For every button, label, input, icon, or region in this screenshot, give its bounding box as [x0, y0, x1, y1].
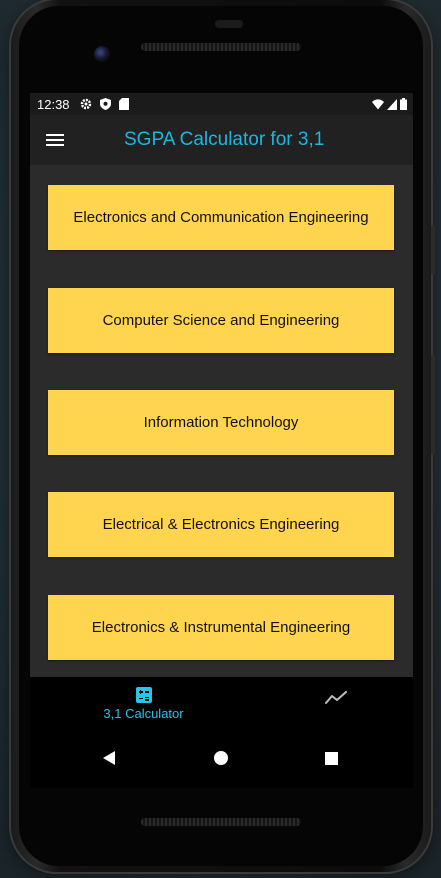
device-screen: 12:38 SGPA Calculator for 3,1 Electronic…: [30, 93, 413, 788]
branch-button-it[interactable]: Information Technology: [48, 390, 394, 455]
menu-hamburger-icon[interactable]: [46, 128, 70, 152]
shield-icon: [99, 98, 111, 110]
branch-button-cse[interactable]: Computer Science and Engineering: [48, 288, 394, 353]
volume-button: [431, 355, 435, 455]
nav-tab-trends[interactable]: [240, 677, 431, 731]
top-earpiece: [215, 20, 243, 28]
recents-icon[interactable]: [318, 745, 344, 771]
trending-line-icon: [324, 691, 347, 704]
signal-icon: [387, 98, 397, 110]
battery-icon: [400, 98, 407, 110]
power-button: [431, 225, 435, 275]
branch-button-eee[interactable]: Electrical & Electronics Engineering: [48, 492, 394, 557]
status-icons: [80, 98, 129, 110]
nav-tab-calculator-label: 3,1 Calculator: [103, 706, 184, 721]
system-navigation-bar: [30, 731, 413, 788]
nav-tab-calculator[interactable]: 3,1 Calculator: [48, 677, 239, 731]
branch-button-ece[interactable]: Electronics and Communication Engineerin…: [48, 185, 394, 250]
app-bar: SGPA Calculator for 3,1: [30, 115, 413, 165]
settings-gear-icon: [80, 98, 91, 110]
branch-button-eie[interactable]: Electronics & Instrumental Engineering: [48, 595, 394, 660]
wifi-icon: [372, 98, 384, 109]
bottom-navigation: 3,1 Calculator: [30, 677, 413, 731]
status-time: 12:38: [37, 96, 70, 112]
sd-card-icon: [118, 98, 129, 110]
status-indicators: [372, 98, 407, 110]
app-title: SGPA Calculator for 3,1: [124, 129, 325, 150]
home-icon[interactable]: [208, 745, 234, 771]
front-camera: [94, 46, 110, 62]
status-bar: 12:38: [30, 93, 413, 115]
top-speaker: [141, 43, 301, 51]
bottom-speaker: [141, 818, 301, 826]
calculator-icon: [135, 687, 152, 703]
back-icon[interactable]: [96, 745, 122, 771]
branch-list: Electronics and Communication Engineerin…: [30, 165, 413, 677]
